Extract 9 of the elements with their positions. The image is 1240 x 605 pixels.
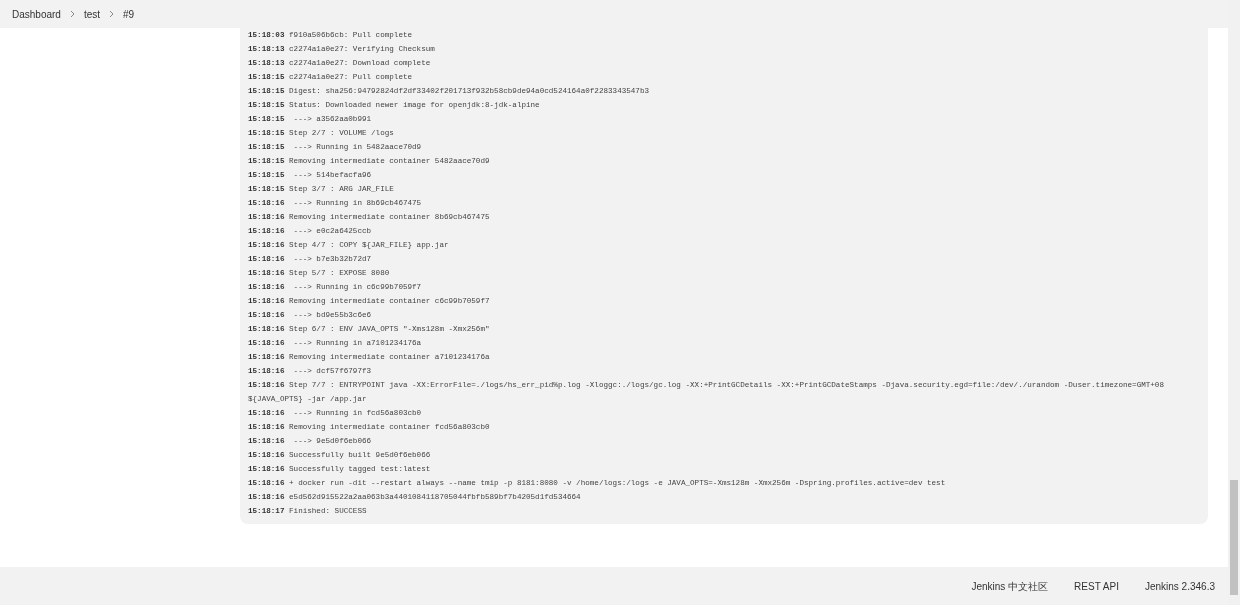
footer-link[interactable]: Jenkins 2.346.3: [1144, 578, 1215, 594]
footer-link[interactable]: Jenkins 中文社区: [971, 578, 1049, 594]
breadcrumb-link[interactable]: test: [83, 6, 101, 22]
footer-link[interactable]: REST API: [1074, 578, 1119, 594]
breadcrumb-link[interactable]: #9: [123, 6, 135, 22]
chevron-right-icon: [109, 10, 115, 18]
breadcrumb-link[interactable]: Dashboard: [12, 6, 61, 22]
scrollbar[interactable]: [1228, 0, 1240, 605]
chevron-right-icon: [69, 10, 75, 18]
